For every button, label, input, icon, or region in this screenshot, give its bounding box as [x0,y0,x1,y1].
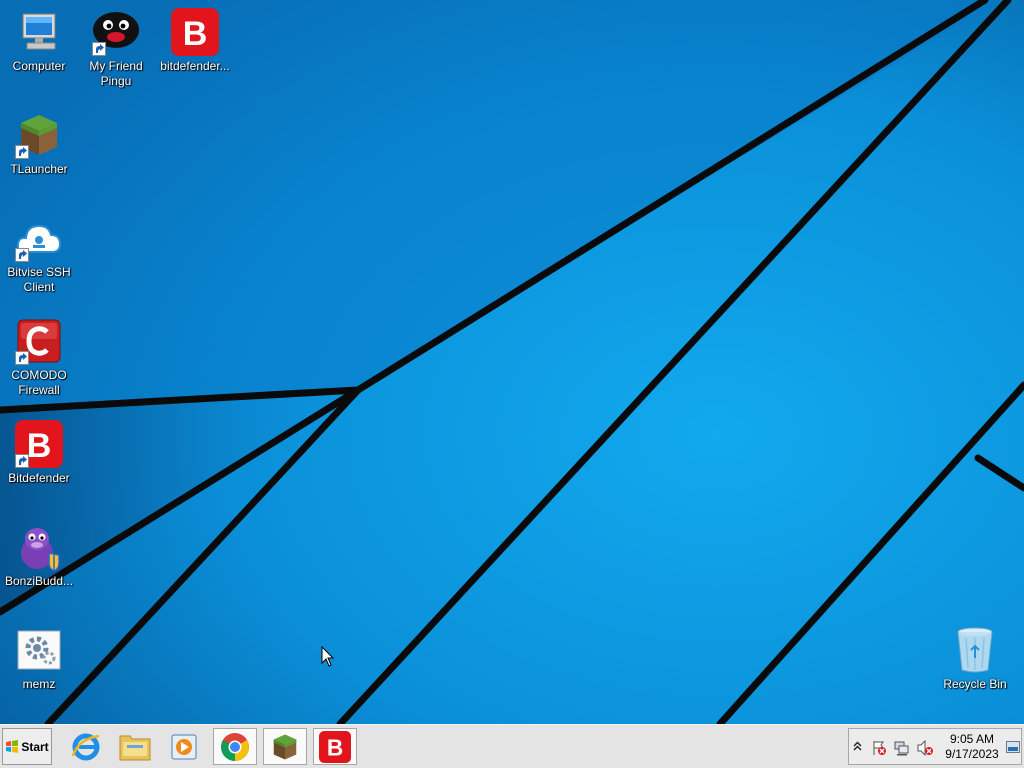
desktop-icon-bitdefender-installer[interactable]: B bitdefender... [156,8,234,74]
desktop-icon-tlauncher[interactable]: TLauncher [0,111,78,177]
comodo-icon [15,317,63,365]
media-player-icon [171,734,197,759]
taskbar-file-explorer[interactable] [113,728,157,765]
computer-icon [15,8,63,56]
taskbar-bitdefender[interactable]: B [313,728,357,765]
desktop-icon-label: BonziBudd... [4,574,74,588]
desktop-icon-label: TLauncher [10,162,68,176]
shortcut-arrow-icon [92,42,106,56]
minecraft-grass-icon [15,111,63,159]
desktop-icon-bonzibuddy[interactable]: BonziBudd... [0,523,78,589]
bonzi-icon [15,523,63,572]
taskbar-internet-explorer[interactable] [64,728,108,765]
desktop-icon-label: Computer [12,59,66,73]
bitdefender-icon: B [171,8,219,56]
bitdefender-icon: B [319,730,351,763]
shortcut-arrow-icon [15,248,29,262]
svg-text:B: B [327,734,343,760]
desktop-icon-recycle-bin[interactable]: Recycle Bin [936,626,1014,692]
clock[interactable]: 9:05 AM 9/17/2023 [941,732,1003,762]
desktop-icon-label: My Friend Pingu [89,59,143,88]
desktop-icon-label: Recycle Bin [943,677,1007,691]
shortcut-arrow-icon [15,454,29,468]
windows-logo-icon [6,739,19,753]
desktop-icon-computer[interactable]: Computer [0,8,78,74]
desktop-icon-label: bitdefender... [160,59,230,73]
volume-muted-icon[interactable] [917,740,933,756]
shortcut-arrow-icon [15,351,29,365]
start-button[interactable]: Start [2,728,52,765]
gear-icon [15,626,63,674]
start-label: Start [21,739,49,754]
action-center-flag-icon[interactable] [871,740,887,756]
desktop-icon-label: COMODO Firewall [11,368,67,397]
taskbar-chrome[interactable] [213,728,257,765]
desktop-icon-label: Bitvise SSH Client [7,265,71,294]
internet-explorer-icon [71,733,100,760]
svg-text:B: B [27,427,52,465]
desktop-icon-label: memz [22,677,56,691]
desktop-icon-memz[interactable]: memz [0,626,78,692]
clock-date: 9/17/2023 [945,747,999,761]
system-tray: 9:05 AM 9/17/2023 [848,728,1022,765]
desktop-icon-label: Bitdefender [8,471,70,485]
chrome-icon [221,732,249,761]
bitdefender-icon: B [15,420,63,468]
mouse-cursor-icon [321,646,335,667]
taskbar-media-player[interactable] [162,728,206,765]
file-explorer-icon [119,735,151,760]
network-icon[interactable] [894,740,910,756]
desktop-wallpaper [0,0,1024,724]
pingu-icon [92,8,140,56]
desktop-icon-bitvise-ssh-client[interactable]: Bitvise SSH Client [0,214,78,295]
taskbar: Start B 9:05 AM 9/17/2023 [0,724,1024,768]
shortcut-arrow-icon [15,145,29,159]
bitvise-cloud-icon [15,214,63,262]
desktop-icon-my-friend-pingu[interactable]: My Friend Pingu [77,8,155,89]
taskbar-tlauncher[interactable] [263,728,307,765]
svg-text:B: B [183,15,208,53]
show-hidden-icons-chevron-icon[interactable] [853,741,862,751]
recycle-bin-icon [951,626,999,674]
minecraft-grass-icon [273,734,297,759]
clock-time: 9:05 AM [949,732,995,746]
desktop-icon-bitdefender[interactable]: B Bitdefender [0,420,78,486]
show-desktop-icon[interactable] [1006,741,1020,753]
desktop-icon-comodo-firewall[interactable]: COMODO Firewall [0,317,78,398]
